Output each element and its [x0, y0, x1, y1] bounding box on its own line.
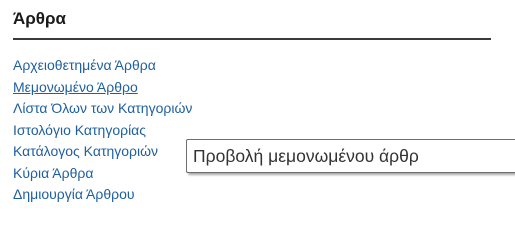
list-item: Μεμονωμένο Άρθρο — [13, 77, 192, 99]
menu-type-list: Αρχειοθετημένα Άρθρα Μεμονωμένο Άρθρο Λί… — [13, 55, 192, 206]
list-item: Κύρια Άρθρα — [13, 163, 192, 185]
title-divider — [13, 38, 491, 40]
menu-link-category-blog[interactable]: Ιστολόγιο Κατηγορίας — [13, 122, 146, 138]
list-item: Αρχειοθετημένα Άρθρα — [13, 55, 192, 77]
menu-link-category-list[interactable]: Κατάλογος Κατηγοριών — [13, 143, 158, 159]
list-item: Κατάλογος Κατηγοριών — [13, 141, 192, 163]
menu-link-archived-articles[interactable]: Αρχειοθετημένα Άρθρα — [13, 57, 156, 73]
list-item: Ιστολόγιο Κατηγορίας — [13, 120, 192, 142]
menu-link-featured-articles[interactable]: Κύρια Άρθρα — [13, 165, 93, 181]
list-item: Λίστα Όλων των Κατηγοριών — [13, 98, 192, 120]
tooltip-text: Προβολή μεμονωμένου άρθρ — [193, 146, 419, 166]
panel-title: Άρθρα — [13, 9, 66, 28]
menu-link-create-article[interactable]: Δημιουργία Άρθρου — [13, 186, 135, 202]
menu-link-single-article[interactable]: Μεμονωμένο Άρθρο — [13, 79, 138, 95]
list-item: Δημιουργία Άρθρου — [13, 184, 192, 206]
menu-link-list-all-categories[interactable]: Λίστα Όλων των Κατηγοριών — [13, 100, 192, 116]
tooltip: Προβολή μεμονωμένου άρθρ — [186, 139, 515, 173]
